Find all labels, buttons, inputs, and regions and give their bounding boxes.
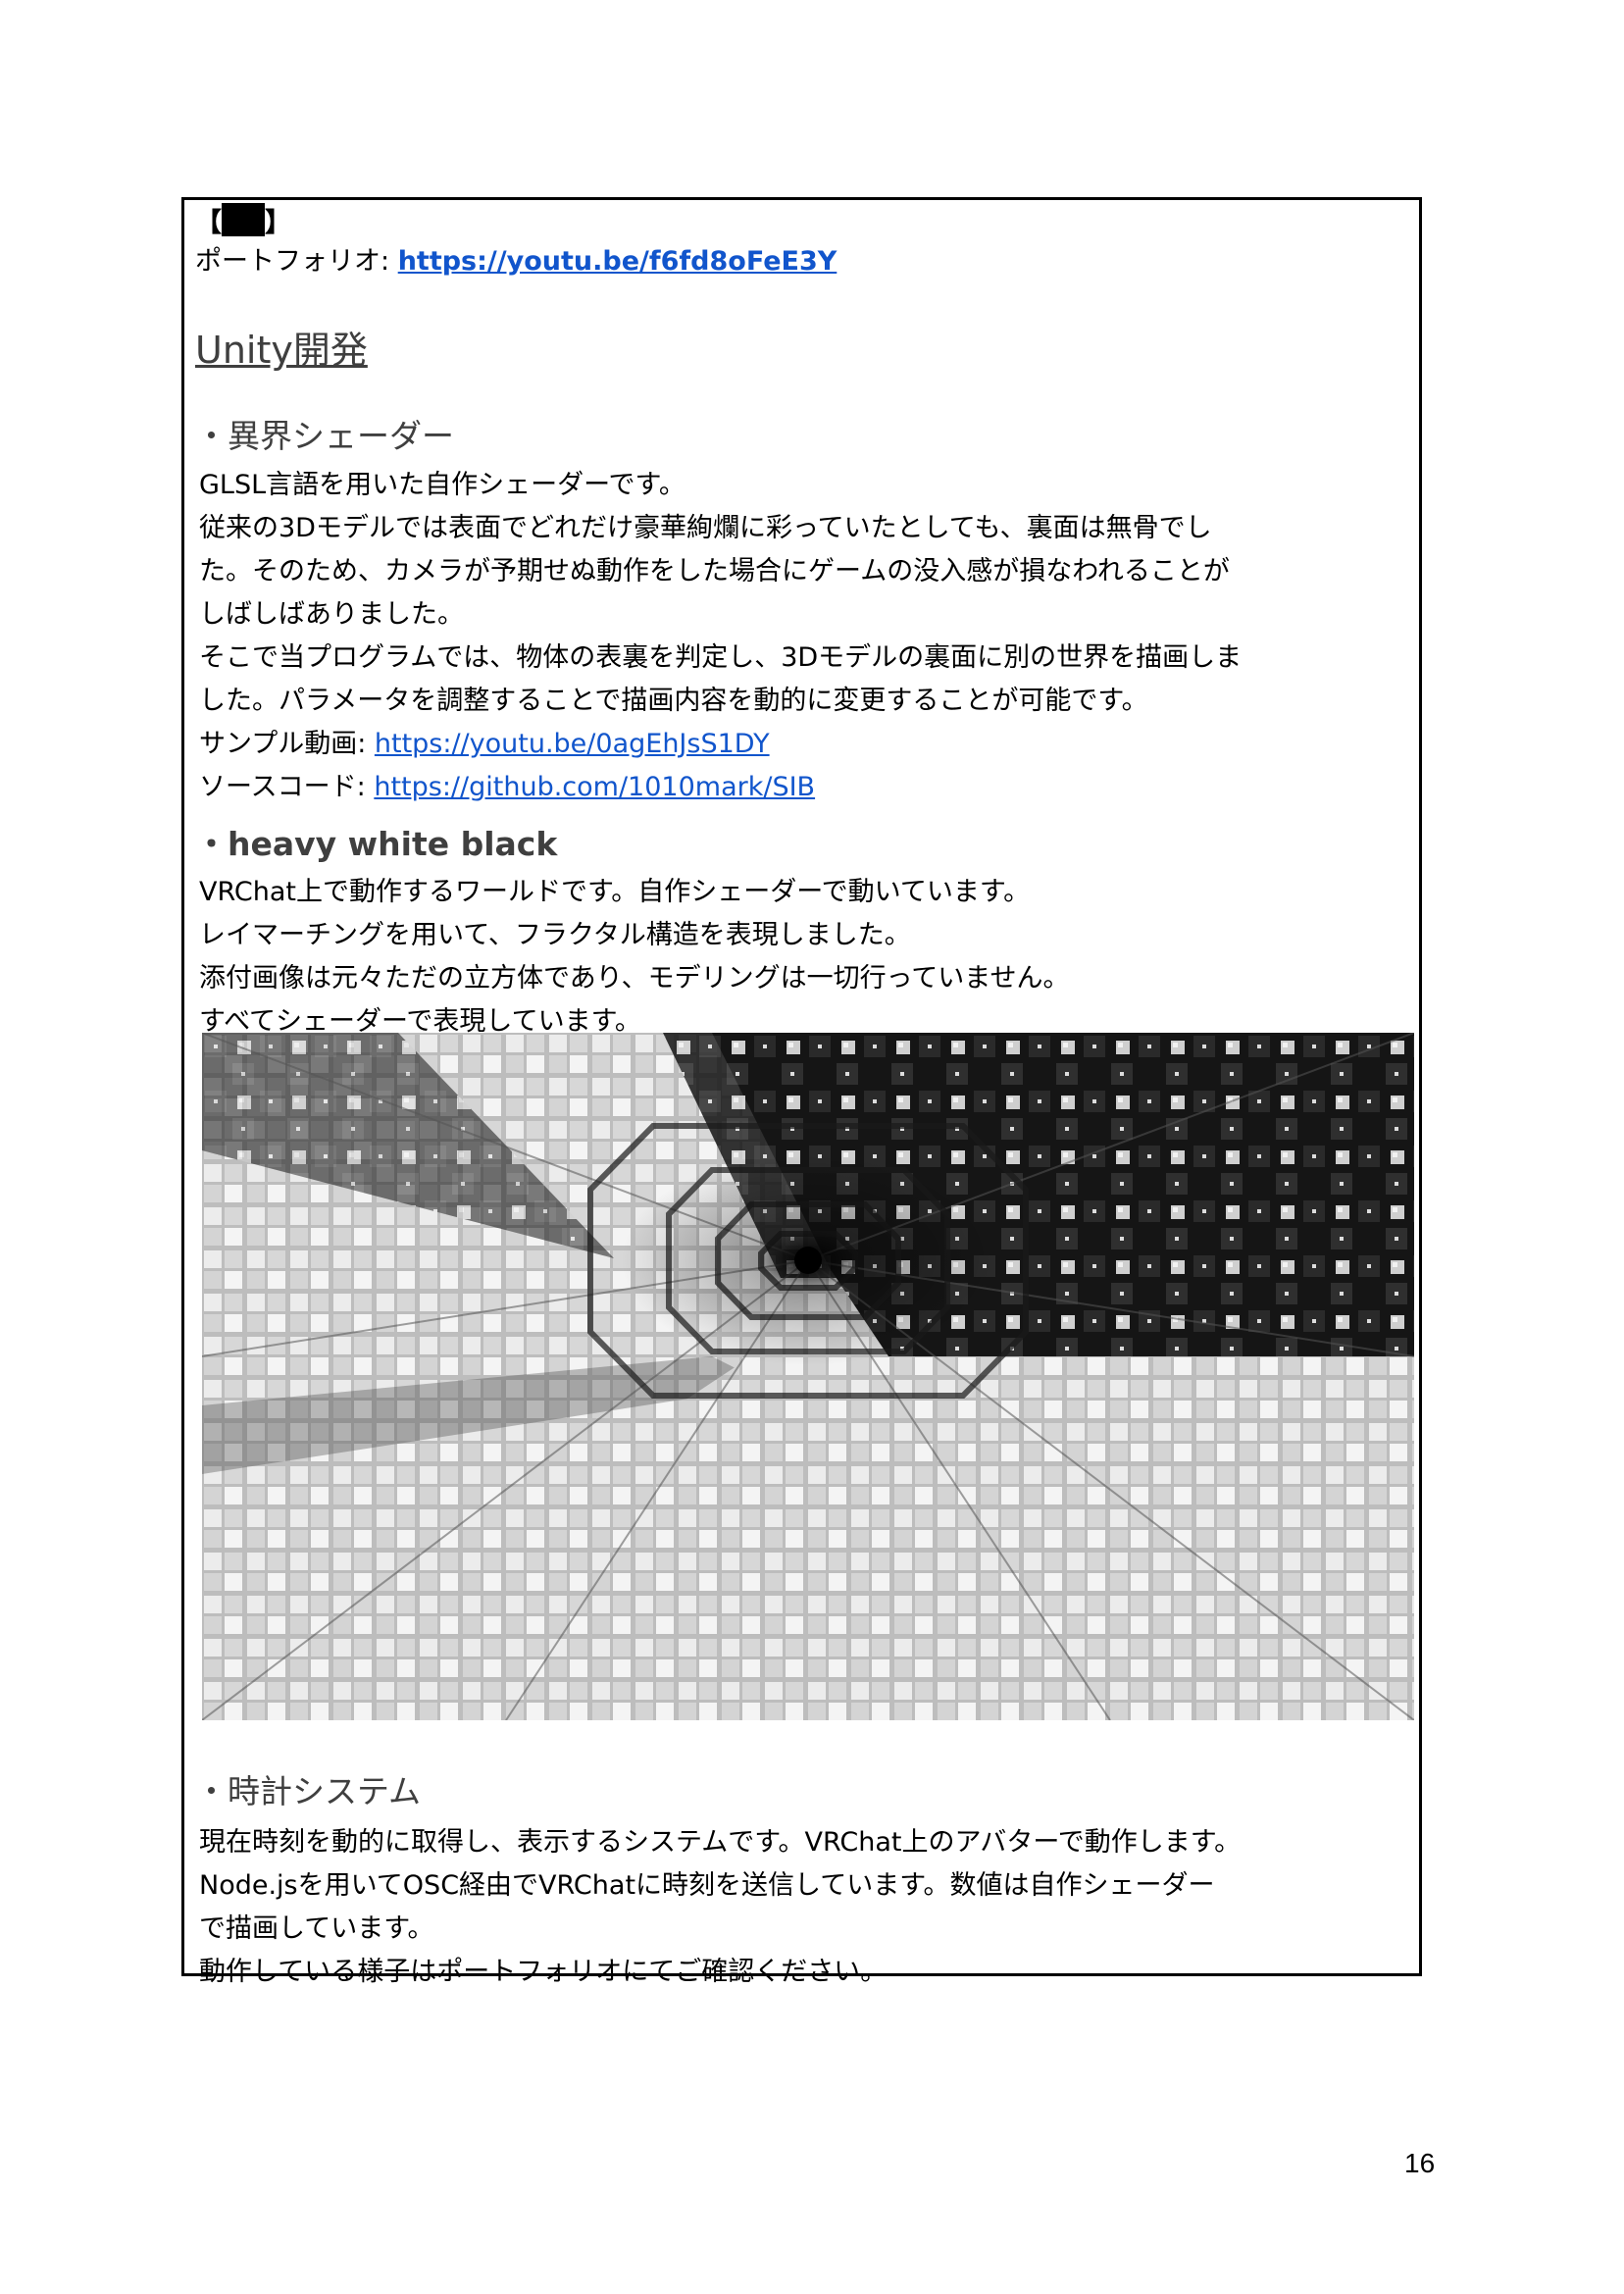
sample-video-line: サンプル動画: https://youtu.be/0agEhJsS1DY	[199, 723, 1242, 766]
heavy-description: VRChat上で動作するワールドです。自作シェーダーで動いています。 レイマーチ…	[199, 871, 1070, 1044]
shader-line-3: た。そのため、カメラが予期せぬ動作をした場合にゲームの没入感が損なわれることが	[199, 556, 1230, 586]
bracket-open: 【	[195, 208, 222, 238]
sample-label: サンプル動画:	[199, 729, 375, 759]
heavy-line-3: 添付画像は元々ただの立方体であり、モデリングは一切行っていません。	[199, 963, 1070, 994]
redacted-name-line: 【】	[195, 202, 291, 245]
shader-line-6: した。パラメータを調整することで描画内容を動的に変更することが可能です。	[199, 686, 1148, 716]
portfolio-line: ポートフォリオ: https://youtu.be/f6fd8oFeE3Y	[195, 240, 837, 283]
shader-title: ・異界シェーダー	[195, 417, 454, 455]
page-number: 16	[1404, 2148, 1436, 2178]
clock-line-1: 現在時刻を動的に取得し、表示するシステムです。VRChat上のアバターで動作しま…	[199, 1827, 1242, 1858]
heavy-line-1: VRChat上で動作するワールドです。自作シェーダーで動いています。	[199, 877, 1031, 907]
source-code-link[interactable]: https://github.com/1010mark/SIB	[374, 772, 815, 802]
clock-line-3: で描画しています。	[199, 1913, 434, 1944]
source-label: ソースコード:	[199, 772, 375, 802]
section-title: Unity開発	[195, 329, 368, 372]
clock-description: 現在時刻を動的に取得し、表示するシステムです。VRChat上のアバターで動作しま…	[199, 1821, 1241, 1994]
shader-line-5: そこで当プログラムでは、物体の表裏を判定し、3Dモデルの裏面に別の世界を描画しま	[199, 642, 1243, 673]
shader-line-4: しばしばありました。	[199, 599, 464, 630]
heavy-line-2: レイマーチングを用いて、フラクタル構造を表現しました。	[199, 920, 911, 950]
heavy-title: ・heavy white black	[195, 825, 558, 863]
redaction-block	[222, 203, 265, 236]
bracket-close: 】	[265, 208, 291, 238]
portfolio-link[interactable]: https://youtu.be/f6fd8oFeE3Y	[398, 246, 837, 277]
fractal-tunnel-screenshot	[202, 1033, 1414, 1720]
source-code-line: ソースコード: https://github.com/1010mark/SIB	[199, 766, 1242, 809]
shader-line-2: 従来の3Dモデルでは表面でどれだけ豪華絢爛に彩っていたとしても、裏面は無骨でし	[199, 513, 1212, 543]
clock-line-4: 動作している様子はポートフォリオにてご確認ください。	[199, 1957, 888, 1987]
shader-description: GLSL言語を用いた自作シェーダーです。 従来の3Dモデルでは表面でどれだけ豪華…	[199, 464, 1242, 809]
portfolio-label: ポートフォリオ:	[195, 246, 398, 277]
sample-video-link[interactable]: https://youtu.be/0agEhJsS1DY	[375, 729, 770, 759]
clock-line-2: Node.jsを用いてOSC経由でVRChatに時刻を送信しています。数値は自作…	[199, 1870, 1215, 1901]
shader-line-1: GLSL言語を用いた自作シェーダーです。	[199, 470, 685, 500]
clock-title: ・時計システム	[195, 1772, 422, 1810]
